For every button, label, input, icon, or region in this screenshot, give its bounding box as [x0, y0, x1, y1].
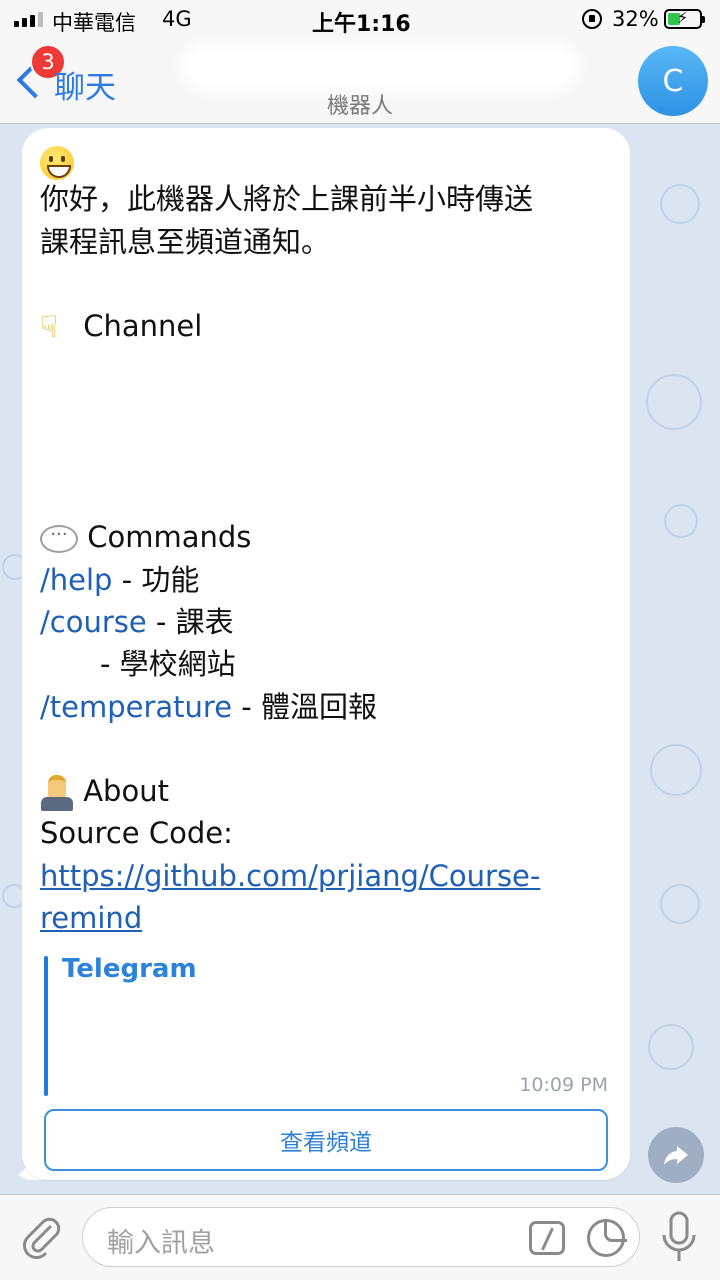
paperclip-icon[interactable]: [20, 1215, 64, 1259]
background-doodle: [646, 374, 702, 430]
background-doodle: [648, 1024, 694, 1070]
command-description: - 學校網站: [100, 647, 236, 681]
command-row: /help - 功能: [40, 559, 199, 601]
message-input[interactable]: 輸入訊息: [82, 1207, 640, 1267]
about-heading-row: About: [40, 770, 169, 812]
link-preview-bar: [44, 956, 48, 1096]
command-row: /temperature - 體溫回報: [40, 686, 377, 728]
command-description: - 功能: [112, 563, 200, 597]
pointing-down-icon: ☟: [40, 310, 59, 345]
about-heading: About: [83, 774, 169, 808]
forward-icon: [664, 1146, 688, 1165]
link-preview-title[interactable]: Telegram: [62, 954, 197, 984]
channel-heading-row: ☟ Channel: [40, 305, 202, 349]
background-doodle: [660, 884, 700, 924]
chat-title-redacted[interactable]: [190, 52, 570, 82]
sticker-icon[interactable]: [587, 1219, 627, 1257]
background-doodle: [650, 744, 702, 796]
microphone-icon[interactable]: [660, 1211, 698, 1265]
chat-subtitle: 機器人: [326, 94, 393, 119]
battery-percentage: 32%: [612, 7, 659, 31]
message-bubble[interactable]: 你好，此機器人將於上課前半小時傳送 課程訊息至頻道通知。 ☟ Channel ·…: [22, 128, 630, 1180]
speech-bubble-icon: ···: [40, 525, 78, 553]
grinning-face-icon: [40, 146, 74, 180]
command-row: /course - 課表: [40, 601, 234, 643]
network-type: 4G: [162, 7, 192, 31]
command-description: - 課表: [146, 605, 234, 639]
chat-area[interactable]: 你好，此機器人將於上課前半小時傳送 課程訊息至頻道通知。 ☟ Channel ·…: [0, 124, 720, 1194]
input-placeholder: 輸入訊息: [107, 1228, 215, 1259]
message-time: 10:09 PM: [519, 1074, 608, 1096]
technologist-icon: [40, 775, 74, 811]
greeting-line-1: 你好，此機器人將於上課前半小時傳送: [40, 182, 534, 216]
carrier-label: 中華電信: [52, 11, 136, 35]
command-link[interactable]: /course: [40, 605, 147, 639]
greeting-line-2: 課程訊息至頻道通知。: [40, 225, 331, 259]
status-time: 上午1:16: [312, 12, 411, 37]
source-label: Source Code:: [40, 816, 233, 850]
message-input-bar: 輸入訊息: [0, 1194, 720, 1280]
source-link-continued[interactable]: remind: [40, 897, 142, 939]
chat-header: 3 聊天 機器人 C: [0, 40, 720, 124]
commands-heading: Commands: [87, 520, 252, 554]
share-button[interactable]: [648, 1127, 704, 1183]
background-doodle: [660, 184, 700, 224]
charging-icon: ⚡: [677, 8, 689, 27]
view-channel-button[interactable]: 查看頻道: [44, 1109, 608, 1171]
avatar[interactable]: C: [638, 46, 708, 116]
commands-heading-row: ··· Commands: [40, 516, 251, 558]
signal-icon: [14, 11, 43, 27]
source-link[interactable]: https://github.com/prjiang/Course-: [40, 855, 540, 897]
command-description: - 體溫回報: [232, 690, 377, 724]
background-doodle: [664, 504, 698, 538]
rotation-lock-icon: [582, 9, 602, 29]
command-row: - 學校網站: [40, 643, 236, 685]
command-link[interactable]: /temperature: [40, 690, 232, 724]
command-link[interactable]: /help: [40, 563, 112, 597]
channel-heading: Channel: [83, 309, 203, 343]
status-bar: 中華電信 4G 上午1:16 32% ⚡: [0, 0, 720, 40]
bot-command-icon[interactable]: [529, 1221, 565, 1255]
